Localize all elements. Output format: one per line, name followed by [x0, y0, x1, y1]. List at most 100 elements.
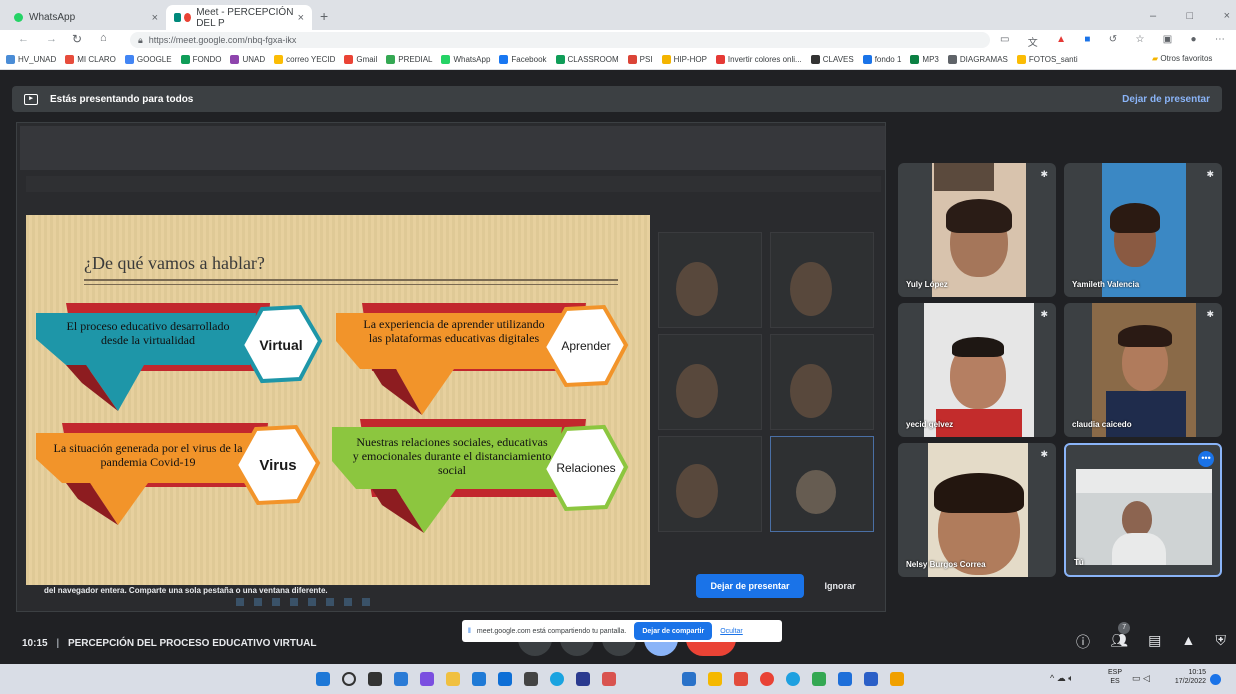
app-icon[interactable] — [734, 672, 748, 686]
info-icon[interactable]: ⓘ — [1076, 632, 1090, 652]
bookmark-item[interactable]: FONDO — [180, 55, 221, 64]
app-icon[interactable] — [524, 672, 538, 686]
notification-icon[interactable] — [1210, 674, 1221, 685]
edge-icon[interactable] — [472, 672, 486, 686]
bookmark-item[interactable]: fondo 1 — [862, 55, 901, 64]
file-explorer-icon[interactable] — [446, 672, 460, 686]
participant-tile[interactable]: ✱ Yamileth Valencia — [1064, 163, 1222, 297]
participant-tile[interactable]: ✱ claudia caicedo — [1064, 303, 1222, 437]
translate-icon[interactable]: 文 — [1028, 34, 1038, 49]
bookmark-item[interactable]: PSI — [627, 55, 653, 64]
minimize-button[interactable]: – — [1150, 10, 1156, 22]
home-icon[interactable]: ⌂ — [100, 32, 107, 44]
store-icon[interactable] — [498, 672, 512, 686]
forward-arrow-icon[interactable]: → — [46, 33, 57, 45]
teams-chat-icon[interactable] — [420, 672, 434, 686]
bookmark-item[interactable]: DIAGRAMAS — [947, 55, 1008, 64]
meeting-info: 10:15 | PERCEPCIÓN DEL PROCESO EDUCATIVO… — [22, 638, 317, 649]
participant-tile[interactable]: ✱ yecid gelvez — [898, 303, 1056, 437]
app-icon[interactable] — [786, 672, 800, 686]
host-controls-icon[interactable]: ⛨ — [1216, 632, 1227, 652]
bookmark-item[interactable]: Gmail — [344, 55, 377, 64]
new-tab-button[interactable]: + — [320, 8, 328, 24]
bookmark-icon — [65, 55, 75, 64]
share-notice-bar: ‖ meet.google.com está compartiendo tu p… — [462, 620, 782, 642]
favorites-icon[interactable]: ☆ — [1135, 34, 1144, 49]
tab-whatsapp[interactable]: WhatsApp × — [6, 5, 166, 30]
chrome-icon[interactable] — [760, 672, 774, 686]
participant-name: Yamileth Valencia — [1072, 280, 1140, 289]
app-icon[interactable] — [576, 672, 590, 686]
word-icon[interactable] — [864, 672, 878, 686]
bookmark-item[interactable]: FOTOS_santi — [1016, 55, 1078, 64]
bookmark-item[interactable]: CLAVES — [810, 55, 854, 64]
chat-icon[interactable]: ▤ — [1148, 632, 1161, 652]
bookmark-item[interactable]: Invertir colores onli... — [715, 55, 802, 64]
meeting-time: 10:15 — [22, 638, 48, 649]
app-icon[interactable] — [890, 672, 904, 686]
extension-blue-icon[interactable]: ■ — [1084, 34, 1090, 49]
app-icon[interactable] — [602, 672, 616, 686]
participant-hair — [946, 199, 1012, 233]
stop-presenting-button[interactable]: Dejar de presentar — [696, 574, 804, 598]
back-arrow-icon[interactable]: ← — [18, 33, 29, 45]
participant-tile-self[interactable]: ••• Tú — [1064, 443, 1222, 577]
bookmark-item[interactable]: MP3 — [910, 55, 939, 64]
bookmark-item[interactable]: PREDIAL — [386, 55, 432, 64]
widgets-icon[interactable] — [394, 672, 408, 686]
start-icon[interactable] — [316, 672, 330, 686]
close-window-button[interactable]: × — [1224, 10, 1230, 22]
participant-tile[interactable]: ✱ Nelsy Burgos Correa — [898, 443, 1056, 577]
bookmark-item[interactable]: GOOGLE — [124, 55, 172, 64]
network-volume-icons[interactable]: ▭ ◁ — [1132, 673, 1150, 684]
app-icon[interactable] — [682, 672, 696, 686]
participant-tile[interactable]: ✱ Yuly López — [898, 163, 1056, 297]
stop-presenting-link[interactable]: Dejar de presentar — [1122, 94, 1210, 105]
bookmark-item[interactable]: WhatsApp — [441, 55, 490, 64]
task-view-icon[interactable] — [368, 672, 382, 686]
clock-time: 10:15 — [1188, 669, 1206, 676]
stop-sharing-button[interactable]: Dejar de compartir — [634, 622, 713, 640]
activities-icon[interactable]: ▲ — [1181, 632, 1195, 652]
bookmark-item[interactable]: UNAD — [230, 55, 265, 64]
slide-item-hex-label: Aprender — [561, 339, 611, 353]
slide-item-text: Nuestras relaciones sociales, educativas… — [352, 435, 552, 477]
bookmark-item[interactable]: HV_UNAD — [6, 55, 56, 64]
search-icon[interactable] — [342, 672, 356, 686]
refresh-ext-icon[interactable]: ↺ — [1109, 34, 1117, 49]
tab-close-button[interactable]: × — [152, 12, 158, 24]
skype-icon[interactable] — [550, 672, 564, 686]
bookmark-item[interactable]: Facebook — [499, 55, 547, 64]
bookmark-item[interactable]: MI CLARO — [65, 55, 116, 64]
language-indicator[interactable]: ESP ES — [1108, 668, 1122, 686]
extension-red-icon[interactable]: ▲ — [1056, 34, 1066, 49]
presenting-text: Estás presentando para todos — [50, 93, 194, 105]
hide-link[interactable]: Ocultar — [720, 628, 743, 635]
tab-close-button[interactable]: × — [298, 12, 304, 24]
app-icon[interactable] — [708, 672, 722, 686]
bookmark-item[interactable]: CLASSROOM — [555, 55, 619, 64]
tab-meet[interactable]: Meet - PERCEPCIÓN DEL P × — [166, 5, 312, 30]
reader-icon[interactable]: ▭ — [1000, 34, 1009, 49]
menu-icon[interactable]: ⋯ — [1215, 34, 1225, 49]
bookmark-item[interactable]: HIP-HOP — [661, 55, 707, 64]
bookmark-icon — [1016, 55, 1026, 64]
system-tray-icons[interactable]: ^ ☁ 🔈︎ — [1050, 673, 1074, 684]
address-bar[interactable]: 🔒︎ https://meet.google.com/nbq-fgxa-ikx — [130, 32, 990, 48]
reload-icon[interactable]: ↻ — [72, 32, 82, 46]
people-icon[interactable]: 👥︎ 7 — [1110, 622, 1131, 652]
other-favorites-folder[interactable]: ▰ Otros favoritos — [1148, 54, 1213, 63]
app-icon[interactable] — [838, 672, 852, 686]
maximize-button[interactable]: □ — [1187, 10, 1194, 22]
clock[interactable]: 10:15 17/2/2022 — [1166, 668, 1206, 686]
profile-icon[interactable]: ● — [1191, 34, 1197, 49]
collections-icon[interactable]: ▣ — [1163, 34, 1172, 49]
other-favorites-label: Otros favoritos — [1160, 54, 1213, 63]
participant-name: Nelsy Burgos Correa — [906, 560, 986, 569]
bookmark-item[interactable]: correo YECID — [274, 55, 335, 64]
ignore-button[interactable]: Ignorar — [814, 574, 866, 598]
app-icon[interactable] — [812, 672, 826, 686]
bookmark-icon — [627, 55, 637, 64]
more-options-icon[interactable]: ••• — [1198, 451, 1214, 467]
bookmark-icon — [661, 55, 671, 64]
